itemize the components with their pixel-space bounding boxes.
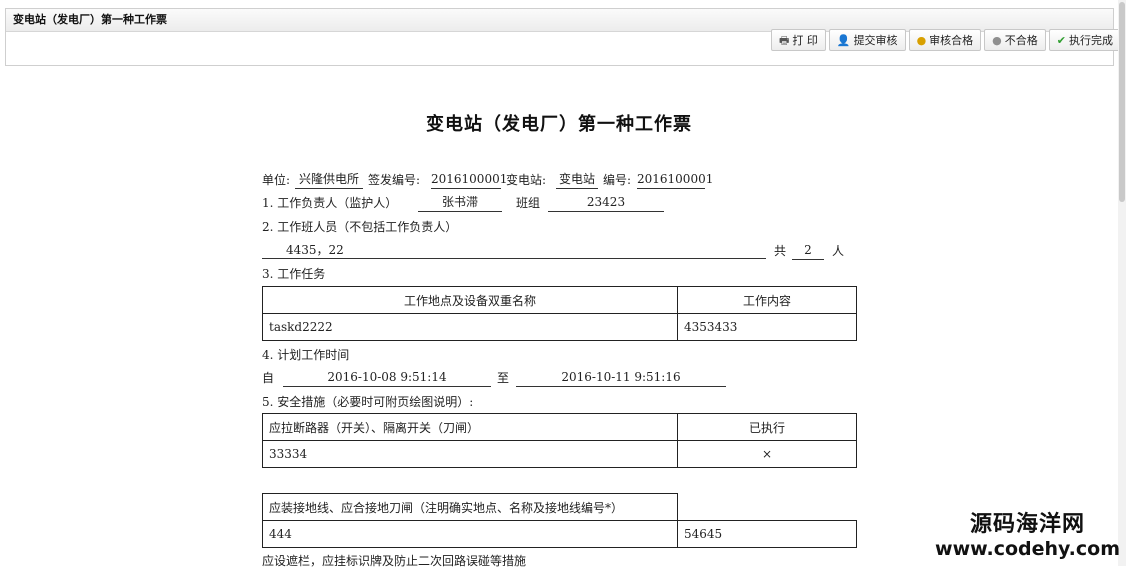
scrollbar-thumb[interactable] xyxy=(1119,2,1125,202)
end-time-value: 2016-10-11 9:51:16 xyxy=(516,369,726,387)
section3-label: 3. 工作任务 xyxy=(262,267,326,281)
table-header-row: 工作地点及设备双重名称 工作内容 xyxy=(262,286,857,314)
safety-measures-table: 应拉断路器（开关）、隔离开关（刀闸） 已执行 33334 × xyxy=(262,413,857,468)
station-label: 变电站: xyxy=(506,173,547,187)
table-header-row: 应装接地线、应合接地刀闸（注明确实地点、名称及接地线编号*） xyxy=(262,493,857,521)
section2-label: 2. 工作班人员（不包括工作负责人） xyxy=(262,220,458,234)
total-count-value: 2 xyxy=(792,242,824,260)
grounding-header-blank xyxy=(677,493,857,521)
work-leader-value: 张书滞 xyxy=(418,194,502,212)
unit-value: 兴隆供电所 xyxy=(295,171,363,189)
column-header-place: 工作地点及设备双重名称 xyxy=(262,286,678,314)
table-header-row: 应拉断路器（开关）、隔离开关（刀闸） 已执行 xyxy=(262,413,857,441)
issue-no-label: 签发编号: xyxy=(368,173,421,187)
task-content-cell: 4353433 xyxy=(677,313,857,341)
site-watermark: 源码海洋网 www.codehy.com xyxy=(935,512,1120,560)
ticket-no-value: 2016100001 xyxy=(637,171,713,189)
to-label: 至 xyxy=(497,371,510,385)
table-row: 33334 × xyxy=(262,440,857,468)
total-suffix: 人 xyxy=(832,244,845,258)
grounding-left-cell: 444 xyxy=(262,520,678,548)
task-place-cell: taskd2222 xyxy=(262,313,678,341)
grounding-table: 应装接地线、应合接地刀闸（注明确实地点、名称及接地线编号*） 444 54645 xyxy=(262,493,857,548)
column-header-grounding: 应装接地线、应合接地刀闸（注明确实地点、名称及接地线编号*） xyxy=(262,493,678,521)
watermark-title: 源码海洋网 xyxy=(970,512,1086,537)
from-label: 自 xyxy=(262,371,275,385)
measure-cell: 33334 xyxy=(262,440,678,468)
section4-label: 4. 计划工作时间 xyxy=(262,348,350,362)
team-members-value: 4435，22 xyxy=(262,242,766,259)
ticket-no-label: 编号: xyxy=(603,173,632,187)
column-header-content: 工作内容 xyxy=(677,286,857,314)
vertical-scrollbar[interactable] xyxy=(1118,0,1126,566)
done-cell: × xyxy=(677,440,857,468)
column-header-done: 已执行 xyxy=(677,413,857,441)
grounding-right-cell: 54645 xyxy=(677,520,857,548)
section1-label: 1. 工作负责人（监护人） xyxy=(262,196,398,210)
table-row: 444 54645 xyxy=(262,520,857,548)
team-value: 23423 xyxy=(548,194,664,212)
column-header-measure: 应拉断路器（开关）、隔离开关（刀闸） xyxy=(262,413,678,441)
work-ticket-document: 变电站（发电厂）第一种工作票 单位: 兴隆供电所 签发编号: 201610000… xyxy=(0,0,1118,568)
total-prefix: 共 xyxy=(774,244,787,258)
team-label: 班组 xyxy=(516,196,541,210)
document-title: 变电站（发电厂）第一种工作票 xyxy=(426,114,692,135)
start-time-value: 2016-10-08 9:51:14 xyxy=(283,369,491,387)
unit-label: 单位: xyxy=(262,173,291,187)
station-value: 变电站 xyxy=(556,171,598,189)
table-row: taskd2222 4353433 xyxy=(262,313,857,341)
issue-no-value: 2016100001 xyxy=(431,171,507,189)
barrier-measures-label: 应设遮栏，应挂标识牌及防止二次回路误碰等措施 xyxy=(262,554,527,568)
section5-label: 5. 安全措施（必要时可附页绘图说明）: xyxy=(262,395,474,409)
work-task-table: 工作地点及设备双重名称 工作内容 taskd2222 4353433 xyxy=(262,286,857,341)
watermark-url: www.codehy.com xyxy=(935,538,1120,560)
